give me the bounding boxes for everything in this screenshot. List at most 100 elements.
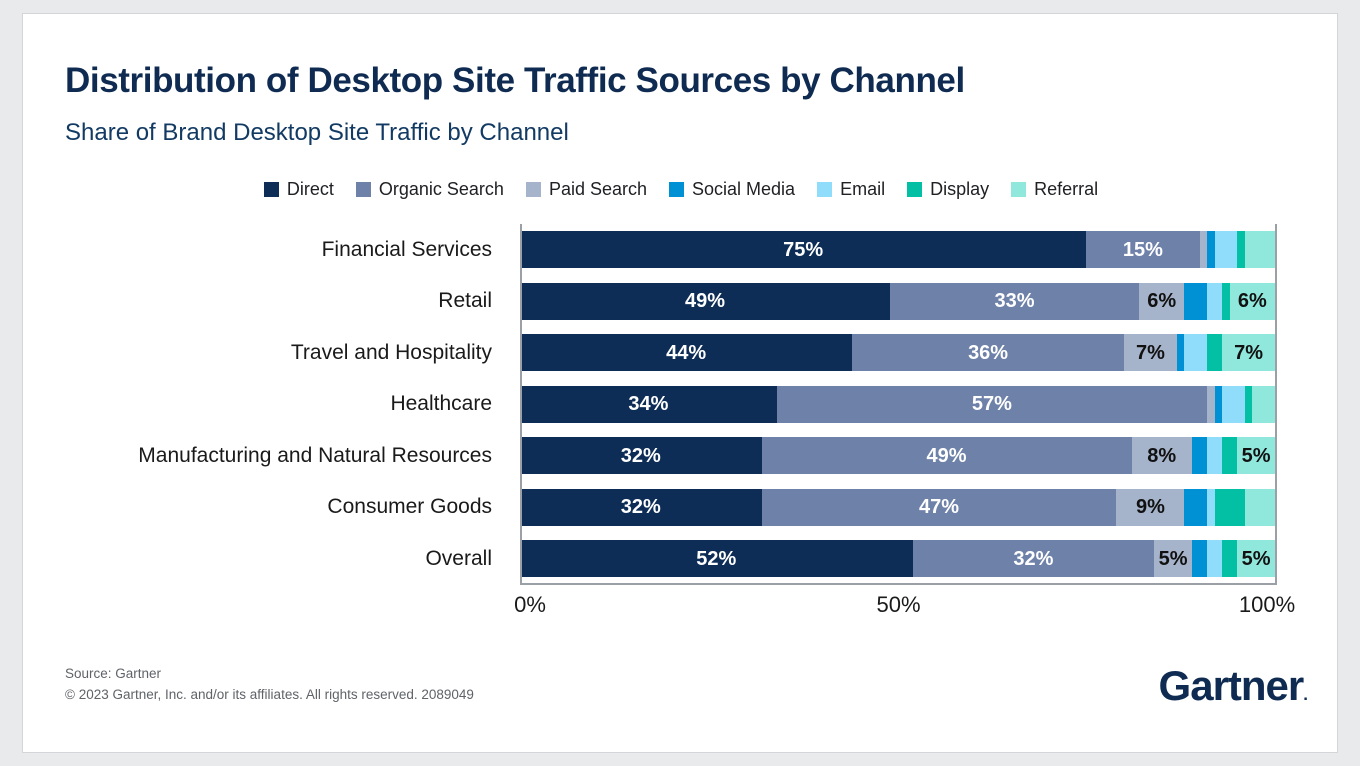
bar-container: 75% 15% bbox=[520, 224, 1275, 276]
bar-segment-value: 57% bbox=[971, 393, 1012, 416]
bar-segment-referral[interactable]: 6% bbox=[1229, 282, 1275, 320]
bar-segment-value: 75% bbox=[783, 238, 824, 261]
bar-segment-organic-search[interactable]: 57% bbox=[776, 385, 1208, 423]
bar-segment-social-media[interactable] bbox=[1191, 437, 1208, 475]
axis-line-right bbox=[1275, 224, 1277, 585]
source-line: Source: Gartner bbox=[65, 666, 162, 681]
bar-segment-referral[interactable]: 5% bbox=[1237, 540, 1275, 578]
bar-segment-direct[interactable]: 34% bbox=[520, 385, 777, 423]
page-subtitle: Share of Brand Desktop Site Traffic by C… bbox=[65, 119, 569, 146]
legend-item-label: Paid Search bbox=[548, 179, 647, 199]
bar-segment-paid-search[interactable] bbox=[1207, 385, 1215, 423]
bar-segment-value: 47% bbox=[919, 496, 960, 519]
bar-segment-email[interactable] bbox=[1214, 231, 1238, 269]
bar-container: 32% 49% 8% 5% bbox=[520, 430, 1275, 482]
bar-segment-direct[interactable]: 49% bbox=[520, 282, 890, 320]
chart-row: Healthcare 34% 57% bbox=[65, 379, 1275, 431]
stacked-bar: 49% 33% 6% 6% bbox=[520, 282, 1275, 320]
bar-segment-paid-search[interactable]: 7% bbox=[1123, 334, 1177, 372]
legend-swatch-icon bbox=[669, 182, 684, 197]
legend-item-social-media[interactable]: Social Media bbox=[669, 179, 795, 200]
bar-segment-value: 49% bbox=[926, 444, 967, 467]
x-axis-line bbox=[520, 583, 1277, 585]
bar-segment-paid-search[interactable]: 5% bbox=[1154, 540, 1192, 578]
bar-segment-email[interactable] bbox=[1222, 385, 1245, 423]
bar-segment-display[interactable] bbox=[1222, 540, 1238, 578]
bar-segment-paid-search[interactable]: 6% bbox=[1139, 282, 1185, 320]
bar-segment-direct[interactable]: 32% bbox=[520, 488, 762, 526]
category-label: Healthcare bbox=[390, 392, 492, 416]
legend-item-email[interactable]: Email bbox=[817, 179, 885, 200]
bar-segment-social-media[interactable] bbox=[1207, 231, 1215, 269]
bar-segment-referral[interactable] bbox=[1252, 385, 1275, 423]
x-tick-label: 50% bbox=[876, 592, 921, 617]
bar-segment-social-media[interactable] bbox=[1176, 334, 1185, 372]
bar-segment-display[interactable] bbox=[1207, 334, 1223, 372]
bar-segment-paid-search[interactable]: 9% bbox=[1116, 488, 1185, 526]
bar-segment-value: 32% bbox=[620, 444, 661, 467]
bar-segment-referral[interactable]: 5% bbox=[1237, 437, 1275, 475]
bar-segment-value: 33% bbox=[994, 290, 1035, 313]
bar-segment-email[interactable] bbox=[1207, 437, 1223, 475]
legend-item-organic-search[interactable]: Organic Search bbox=[355, 179, 504, 200]
bar-segment-social-media[interactable] bbox=[1184, 282, 1208, 320]
category-label: Consumer Goods bbox=[327, 495, 492, 519]
bar-segment-referral[interactable]: 7% bbox=[1222, 334, 1275, 372]
chart-row: Overall 52% 32% 5% 5% bbox=[65, 533, 1275, 585]
bar-segment-email[interactable] bbox=[1184, 334, 1208, 372]
legend-item-label: Display bbox=[930, 179, 990, 199]
chart-plot-area: Financial Services 75% 15% Retail 49% 33% 6% 6%… bbox=[65, 224, 1295, 617]
bar-segment-direct[interactable]: 75% bbox=[520, 231, 1087, 269]
bar-segment-display[interactable] bbox=[1214, 488, 1245, 526]
bar-segment-organic-search[interactable]: 36% bbox=[852, 334, 1124, 372]
category-label: Overall bbox=[425, 546, 492, 570]
bar-segment-social-media[interactable] bbox=[1214, 385, 1223, 423]
bar-segment-email[interactable] bbox=[1207, 488, 1215, 526]
chart-row: Retail 49% 33% 6% 6% bbox=[65, 276, 1275, 328]
bar-segment-display[interactable] bbox=[1222, 437, 1238, 475]
legend-item-referral[interactable]: Referral bbox=[1011, 179, 1098, 200]
bar-segment-direct[interactable]: 32% bbox=[520, 437, 762, 475]
x-tick-label: 0% bbox=[514, 592, 546, 617]
legend-swatch-icon bbox=[355, 182, 371, 197]
category-label: Retail bbox=[438, 289, 492, 313]
bar-segment-organic-search[interactable]: 15% bbox=[1086, 231, 1200, 269]
footer-source: Source: Gartner © 2023 Gartner, Inc. and… bbox=[65, 664, 474, 706]
legend-swatch-icon bbox=[1011, 182, 1027, 197]
bar-segment-paid-search[interactable]: 8% bbox=[1131, 437, 1192, 475]
page-title: Distribution of Desktop Site Traffic Sou… bbox=[65, 61, 965, 100]
chart-row: Manufacturing and Natural Resources 32% 49… bbox=[65, 430, 1275, 482]
bar-segment-referral[interactable] bbox=[1244, 488, 1275, 526]
bar-segment-organic-search[interactable]: 47% bbox=[761, 488, 1117, 526]
bar-segment-display[interactable] bbox=[1237, 231, 1245, 269]
bar-segment-social-media[interactable] bbox=[1191, 540, 1208, 578]
stacked-bar: 34% 57% bbox=[520, 385, 1275, 423]
chart-legend: Direct Organic Search Paid Search Social Me… bbox=[65, 179, 1297, 200]
bar-segment-organic-search[interactable]: 33% bbox=[889, 282, 1140, 320]
bar-segment-value: 6% bbox=[1147, 290, 1177, 313]
legend-item-display[interactable]: Display bbox=[907, 179, 989, 200]
chart-card: Distribution of Desktop Site Traffic Sou… bbox=[22, 13, 1338, 753]
bar-segment-organic-search[interactable]: 49% bbox=[761, 437, 1132, 475]
bar-segment-organic-search[interactable]: 32% bbox=[912, 540, 1155, 578]
legend-item-direct[interactable]: Direct bbox=[263, 179, 334, 200]
bar-segment-value: 7% bbox=[1135, 341, 1165, 364]
bar-segment-email[interactable] bbox=[1207, 540, 1223, 578]
bar-segment-display[interactable] bbox=[1244, 385, 1253, 423]
bar-segment-direct[interactable]: 44% bbox=[520, 334, 853, 372]
category-label: Manufacturing and Natural Resources bbox=[138, 443, 492, 467]
bar-segment-paid-search[interactable] bbox=[1199, 231, 1208, 269]
legend-item-label: Social Media bbox=[692, 179, 796, 199]
bar-segment-email[interactable] bbox=[1207, 282, 1223, 320]
y-axis-line bbox=[520, 224, 522, 585]
bar-segment-direct[interactable]: 52% bbox=[520, 540, 913, 578]
logo-registered-mark: . bbox=[1303, 685, 1308, 704]
bar-segment-value: 7% bbox=[1234, 341, 1263, 364]
logo-wordmark: Gartner bbox=[1158, 662, 1305, 709]
stacked-bar: 52% 32% 5% 5% bbox=[520, 540, 1275, 578]
bar-segment-referral[interactable] bbox=[1244, 231, 1275, 269]
legend-item-paid-search[interactable]: Paid Search bbox=[525, 179, 647, 200]
bar-segment-social-media[interactable] bbox=[1184, 488, 1208, 526]
bar-segment-value: 6% bbox=[1237, 290, 1267, 313]
bar-segment-display[interactable] bbox=[1222, 282, 1230, 320]
